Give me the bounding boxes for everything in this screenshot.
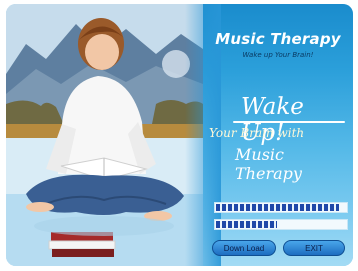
app-frame: Music Therapy Wake up Your Brain! Wake U… [0, 0, 358, 271]
download-button[interactable]: Down Load [212, 240, 276, 256]
app-subtitle: Wake up Your Brain! [242, 51, 314, 59]
app-title: Music Therapy [215, 30, 341, 48]
tagline-line2: Music Therapy [235, 145, 302, 183]
tagline-line1: Your Brain with [209, 126, 305, 140]
hero-photo [6, 4, 203, 266]
progress-bar-2 [214, 219, 348, 230]
progress-bar-2-fill [216, 221, 278, 228]
boy-reading-illustration [6, 4, 203, 266]
app-window: Music Therapy Wake up Your Brain! Wake U… [6, 4, 353, 266]
underline-swoosh [233, 121, 345, 123]
right-panel: Music Therapy Wake up Your Brain! Wake U… [185, 4, 353, 266]
exit-button[interactable]: EXIT [283, 240, 345, 256]
progress-bar-1 [214, 202, 348, 213]
progress-bar-1-fill [216, 204, 340, 211]
